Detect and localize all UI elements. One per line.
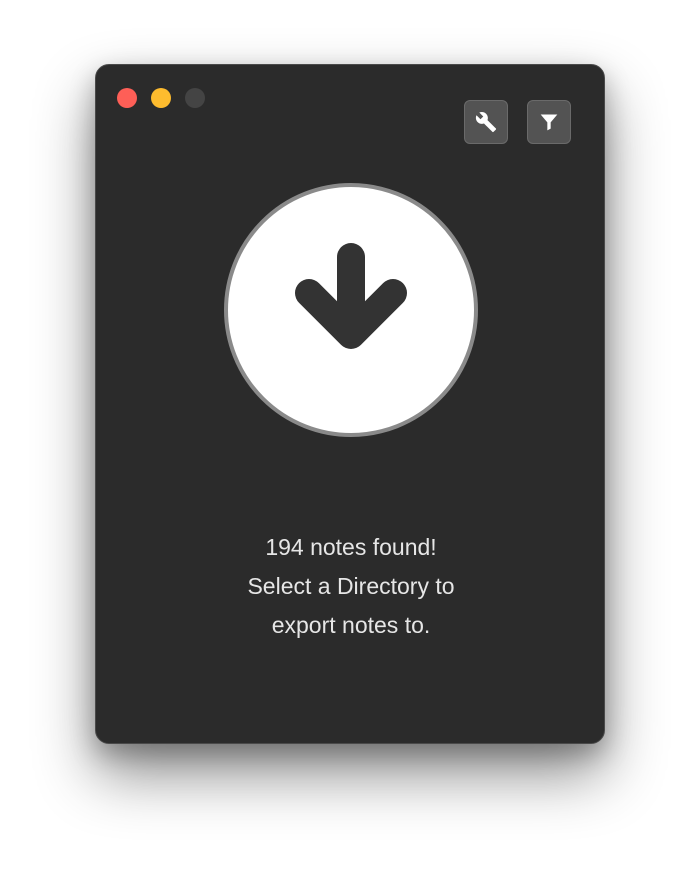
filter-button[interactable]: [527, 100, 571, 144]
instruction-line-1: Select a Directory to: [247, 573, 455, 599]
settings-button[interactable]: [464, 100, 508, 144]
close-window-button[interactable]: [117, 88, 137, 108]
select-directory-button[interactable]: [224, 183, 478, 437]
status-message: 194 notes found! Select a Directory to e…: [96, 528, 606, 645]
arrow-down-icon: [286, 242, 416, 378]
minimize-window-button[interactable]: [151, 88, 171, 108]
instruction-line-2: export notes to.: [271, 612, 431, 638]
stage: 194 notes found! Select a Directory to e…: [0, 0, 700, 869]
app-window: 194 notes found! Select a Directory to e…: [95, 64, 605, 744]
wrench-icon: [475, 111, 497, 133]
filter-icon: [539, 112, 559, 132]
notes-found-text: 194 notes found!: [265, 534, 437, 560]
zoom-window-button: [185, 88, 205, 108]
